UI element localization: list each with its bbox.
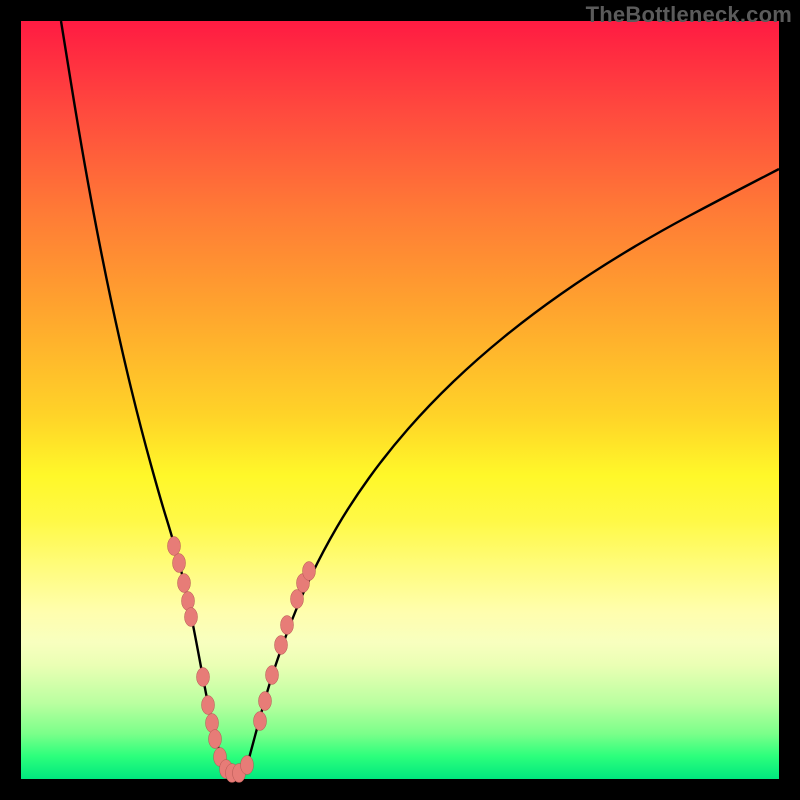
data-dot [173, 554, 186, 573]
data-dot [303, 562, 316, 581]
data-dot [254, 712, 267, 731]
data-dot [168, 537, 181, 556]
data-dot [275, 636, 288, 655]
bottleneck-curve-svg [21, 21, 779, 779]
data-dot [197, 668, 210, 687]
data-dot [209, 730, 222, 749]
data-dot [185, 608, 198, 627]
data-dot [266, 666, 279, 685]
data-dot [281, 616, 294, 635]
curve-left-branch [61, 21, 226, 773]
curve-data-dots [168, 537, 316, 783]
data-dot [259, 692, 272, 711]
data-dot [241, 756, 254, 775]
data-dot [202, 696, 215, 715]
data-dot [178, 574, 191, 593]
curve-right-branch [245, 169, 779, 773]
